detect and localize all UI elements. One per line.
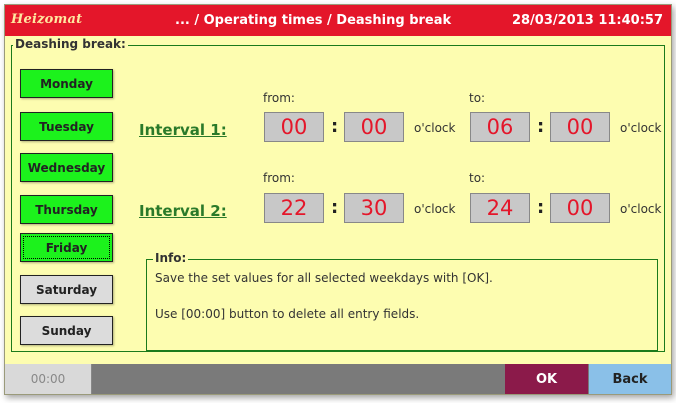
interval-2-to-minute-field[interactable]: 00 — [550, 193, 610, 223]
interval-1-from-oclock: o'clock — [414, 121, 456, 135]
interval-1-from-minute-field[interactable]: 00 — [344, 112, 404, 142]
interval-2-from-minute-field[interactable]: 30 — [344, 193, 404, 223]
date-time: 28/03/2013 11:40:57 — [511, 13, 663, 28]
title-bar: Heizomat ... / Operating times / Deashin… — [5, 5, 671, 36]
day-button-tuesday[interactable]: Tuesday — [20, 112, 113, 141]
day-button-monday[interactable]: Monday — [20, 69, 113, 98]
to-header-1: to: — [469, 91, 486, 105]
interval-2-label: Interval 2: — [139, 202, 227, 220]
interval-2-to-hour-field[interactable]: 24 — [470, 193, 530, 223]
to-header-2: to: — [469, 171, 486, 185]
day-button-saturday[interactable]: Saturday — [20, 275, 113, 304]
interval-1-from-hour-field[interactable]: 00 — [264, 112, 324, 142]
day-button-wednesday[interactable]: Wednesday — [20, 153, 113, 182]
ok-button[interactable]: OK — [505, 364, 588, 394]
breadcrumb: ... / Operating times / Deashing break — [175, 13, 452, 28]
interval-2-to-oclock: o'clock — [620, 202, 662, 216]
interval-1-to-hour-field[interactable]: 06 — [470, 112, 530, 142]
info-text-ok: Save the set values for all selected wee… — [155, 271, 493, 285]
interval-2-from-hour-field[interactable]: 22 — [264, 193, 324, 223]
day-button-thursday[interactable]: Thursday — [20, 195, 113, 224]
interval-2-to-colon: : — [537, 197, 545, 218]
day-button-sunday[interactable]: Sunday — [20, 316, 113, 345]
interval-1-label: Interval 1: — [139, 121, 227, 139]
deashing-break-legend: Deashing break: — [13, 37, 128, 51]
interval-1-to-colon: : — [537, 116, 545, 137]
from-header-2: from: — [263, 171, 295, 185]
interval-2-from-colon: : — [331, 197, 339, 218]
info-text-clear: Use [00:00] button to delete all entry f… — [155, 307, 420, 321]
interval-1-to-minute-field[interactable]: 00 — [550, 112, 610, 142]
heizomat-logo: Heizomat — [11, 12, 83, 27]
interval-1-to-oclock: o'clock — [620, 121, 662, 135]
day-button-friday[interactable]: Friday — [20, 233, 113, 262]
back-button[interactable]: Back — [589, 364, 671, 394]
from-header-1: from: — [263, 91, 295, 105]
clear-time-button[interactable]: 00:00 — [5, 364, 92, 394]
interval-2-from-oclock: o'clock — [414, 202, 456, 216]
interval-1-from-colon: : — [331, 116, 339, 137]
screen: Heizomat ... / Operating times / Deashin… — [4, 4, 672, 395]
info-legend: Info: — [153, 251, 189, 265]
